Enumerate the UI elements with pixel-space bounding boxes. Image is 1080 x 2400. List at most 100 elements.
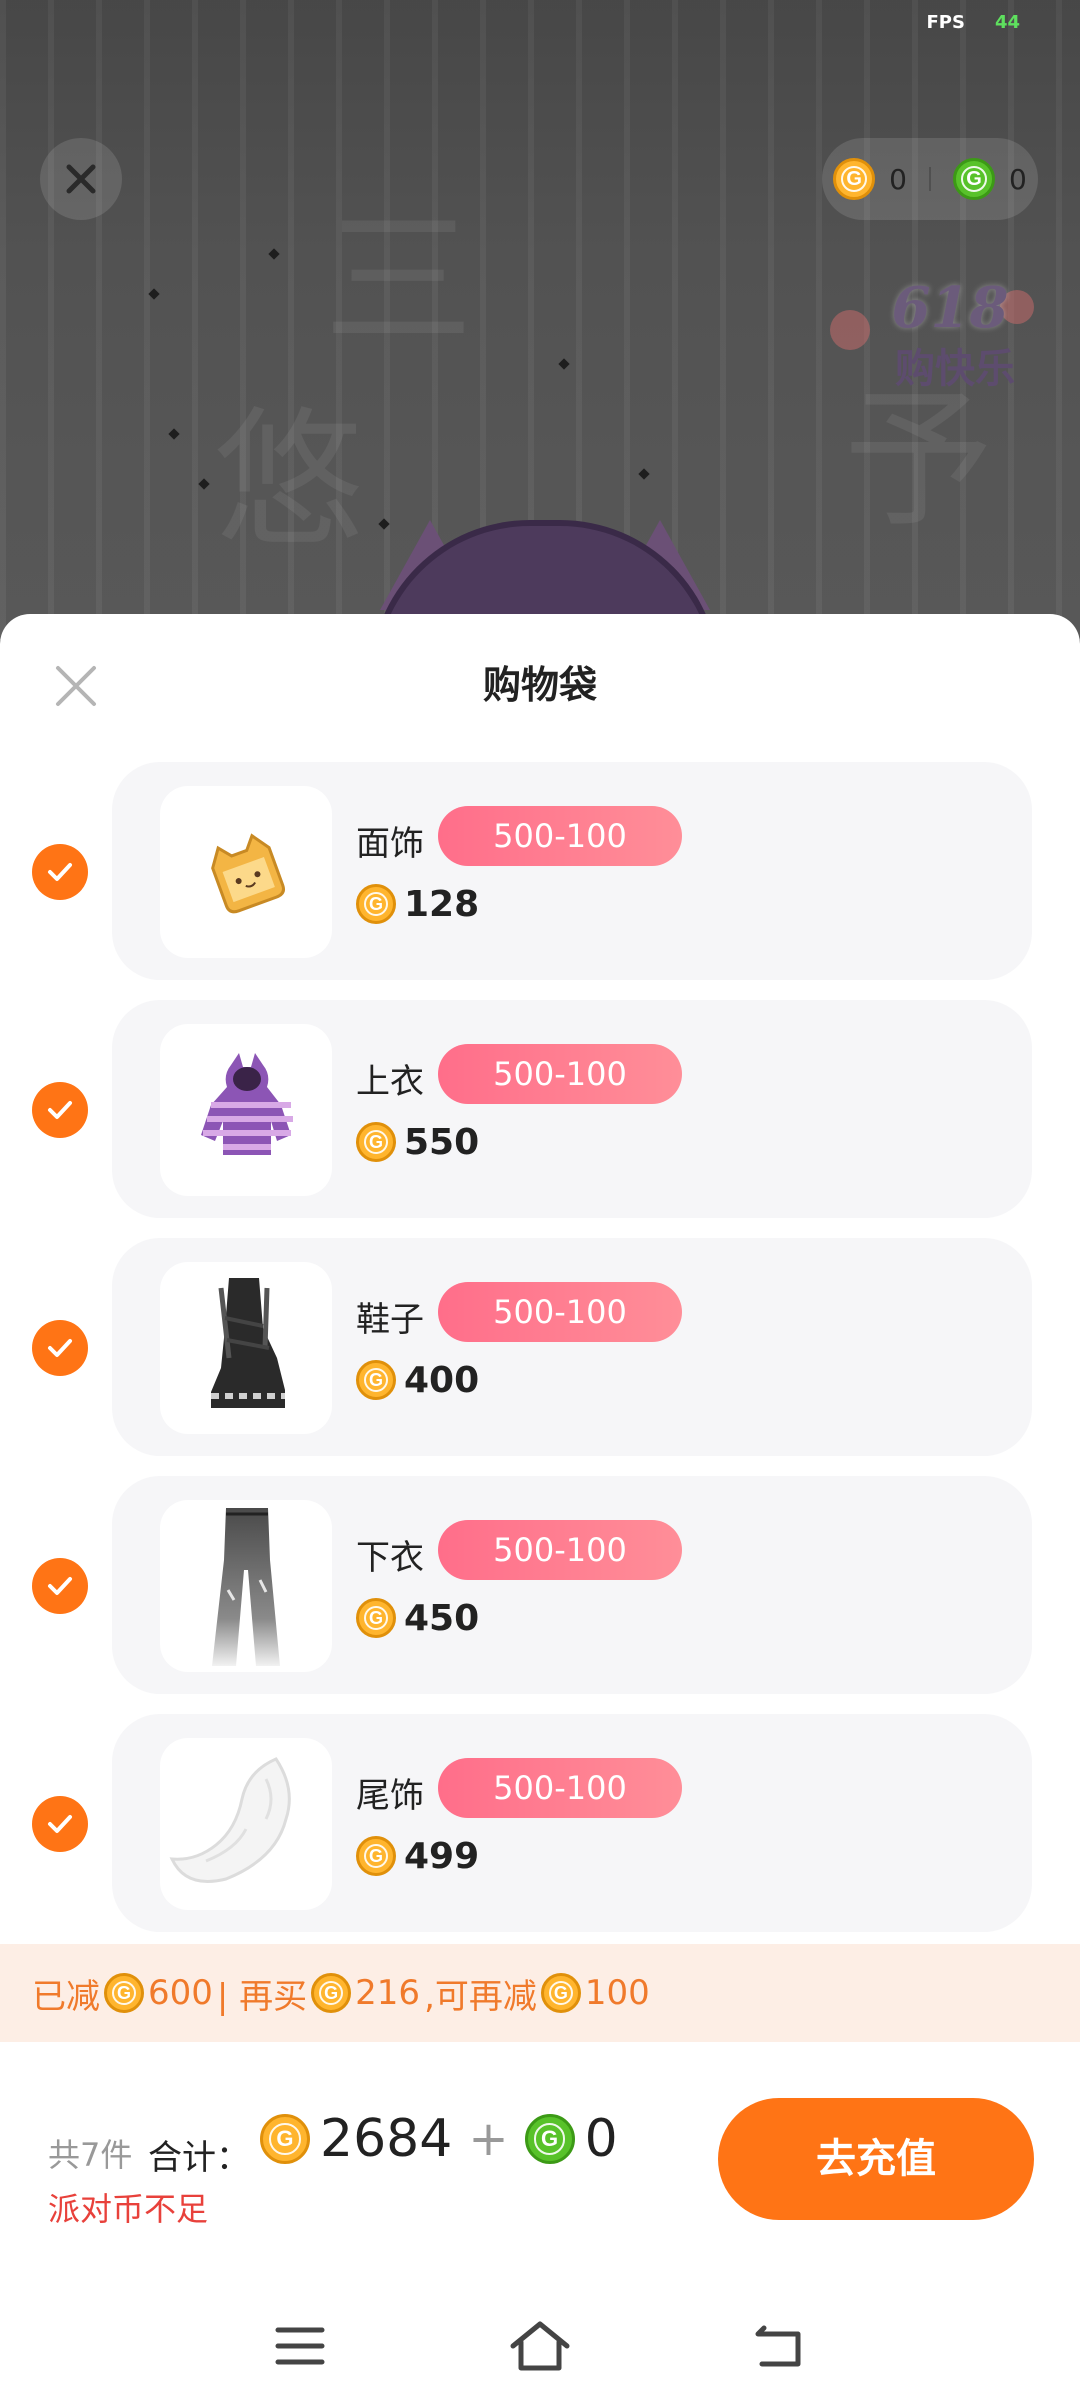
discount-info-bar: 已减 G 600 | 再买 G 216 ,可再减 G 100 — [0, 1944, 1080, 2042]
item-card[interactable]: 面饰 500-100 G 128 — [112, 762, 1032, 980]
close-scene-button[interactable] — [40, 138, 122, 220]
check-icon — [48, 1815, 72, 1833]
item-checkbox[interactable] — [32, 1558, 88, 1614]
item-price-value: 550 — [404, 1121, 480, 1163]
gold-balance: 0 — [889, 162, 907, 196]
item-card[interactable]: 尾饰 500-100 G 499 — [112, 1714, 1032, 1932]
fps-counter: FPS 44 — [926, 12, 1020, 33]
item-price-value: 499 — [404, 1835, 480, 1877]
promo-subtitle: 购快乐 — [895, 346, 1015, 392]
gold-coin-icon: G — [356, 1598, 396, 1638]
item-thumbnail-face-accessory — [160, 786, 332, 958]
fps-value: 44 — [994, 12, 1020, 33]
item-checkbox[interactable] — [32, 1082, 88, 1138]
gold-coin-icon: G — [356, 1122, 396, 1162]
promo-title: 618 — [891, 275, 1009, 341]
insufficient-funds-warning: 派对币不足 — [48, 2190, 209, 2228]
item-card[interactable]: 下衣 500-100 G 450 — [112, 1476, 1032, 1694]
discount-tag: 500-100 — [438, 1282, 682, 1342]
discount-tag: 500-100 — [438, 806, 682, 866]
item-price-value: 128 — [404, 883, 480, 925]
item-thumbnail-bottoms — [160, 1500, 332, 1672]
check-icon — [48, 863, 72, 881]
close-icon — [66, 164, 96, 194]
home-button[interactable] — [500, 2306, 580, 2386]
item-name: 上衣 — [356, 1062, 424, 1102]
check-icon — [48, 1577, 72, 1595]
item-price-value: 450 — [404, 1597, 480, 1639]
buy-more-amount: 216 — [355, 1973, 421, 2013]
check-icon — [48, 1101, 72, 1119]
cart-item: 鞋子 500-100 G 400 — [0, 1238, 1080, 1456]
fluffy-tail-icon — [169, 1757, 291, 1883]
system-nav-bar — [0, 2294, 1080, 2400]
green-total: 0 — [584, 2109, 618, 2169]
back-button[interactable] — [740, 2306, 820, 2386]
gold-coin-icon: G — [311, 1973, 352, 2013]
item-price: G 499 — [356, 1832, 479, 1880]
currency-balance[interactable]: G 0 G 0 — [822, 138, 1038, 220]
sparkle — [638, 468, 650, 480]
sparkle — [168, 428, 180, 440]
menu-button[interactable] — [260, 2306, 340, 2386]
item-thumbnail-top — [160, 1024, 332, 1196]
sparkle — [268, 248, 280, 260]
background-calligraphy: 三 — [298, 200, 472, 350]
divider — [929, 167, 931, 191]
item-name: 面饰 — [356, 824, 424, 864]
gold-coin-icon: G — [540, 1973, 581, 2013]
green-coin-icon: G — [524, 2114, 575, 2164]
order-summary: 共7件 合计： G 2684 + G 0 派对币不足 — [48, 2102, 688, 2228]
item-price: G 400 — [356, 1356, 479, 1404]
home-icon — [510, 2321, 570, 2371]
sheet-title: 购物袋 — [482, 663, 597, 707]
check-icon — [48, 1339, 72, 1357]
gold-coin-icon: G — [356, 884, 396, 924]
cart-item: 下衣 500-100 G 450 — [0, 1476, 1080, 1694]
item-card[interactable]: 上衣 500-100 G 550 — [112, 1000, 1032, 1218]
menu-icon — [275, 2327, 325, 2365]
item-checkbox[interactable] — [32, 1320, 88, 1376]
gold-coin-icon: G — [833, 158, 876, 200]
item-checkbox[interactable] — [32, 1796, 88, 1852]
recharge-button[interactable]: 去充值 — [718, 2098, 1034, 2220]
sparkle — [558, 358, 570, 370]
shopping-bag-sheet: 购物袋 面饰 500-100 G 128 上衣 500-100 G 550 鞋子… — [0, 614, 1080, 2400]
green-balance: 0 — [1009, 162, 1027, 196]
game-scene: 三 悠 予 FPS 44 G 0 G 0 618 购快乐 — [0, 0, 1080, 640]
item-thumbnail-tail — [160, 1738, 332, 1910]
item-name: 鞋子 — [356, 1300, 424, 1340]
cart-item: 面饰 500-100 G 128 — [0, 762, 1080, 980]
item-name: 尾饰 — [356, 1776, 424, 1816]
reduced-label: 已减 — [32, 1976, 100, 2017]
gold-total: 2684 — [320, 2109, 453, 2169]
discount-tag: 500-100 — [438, 1044, 682, 1104]
reduce-more-amount: 100 — [584, 1973, 650, 2013]
item-checkbox[interactable] — [32, 844, 88, 900]
gold-coin-icon: G — [104, 1973, 144, 2013]
reduced-amount: 600 — [148, 1973, 213, 2013]
buy-more-label: | 再买 — [216, 1976, 308, 2017]
bread-mask-icon — [211, 833, 285, 914]
reduce-more-label: ,可再减 — [424, 1976, 537, 2017]
item-card[interactable]: 鞋子 500-100 G 400 — [112, 1238, 1032, 1456]
back-icon — [755, 2325, 801, 2367]
total-label: 合计： — [148, 2138, 250, 2178]
item-name: 下衣 — [356, 1538, 424, 1578]
cart-item: 尾饰 500-100 G 499 — [0, 1714, 1080, 1932]
sparkle — [148, 288, 160, 300]
total-amounts: G 2684 + G 0 — [260, 2104, 618, 2174]
discount-tag: 500-100 — [438, 1758, 682, 1818]
gold-coin-icon: G — [356, 1836, 396, 1876]
jeans-icon — [212, 1508, 280, 1666]
fps-label: FPS — [926, 12, 965, 33]
item-price: G 128 — [356, 880, 479, 928]
promo-618-badge[interactable]: 618 购快乐 — [830, 270, 1034, 410]
gold-coin-icon: G — [356, 1360, 396, 1400]
item-price: G 450 — [356, 1594, 479, 1642]
plus-sign: + — [468, 2111, 509, 2167]
cart-item: 上衣 500-100 G 550 — [0, 1000, 1080, 1218]
item-price-value: 400 — [404, 1359, 480, 1401]
hoodie-icon — [201, 1053, 293, 1155]
item-thumbnail-shoes — [160, 1262, 332, 1434]
